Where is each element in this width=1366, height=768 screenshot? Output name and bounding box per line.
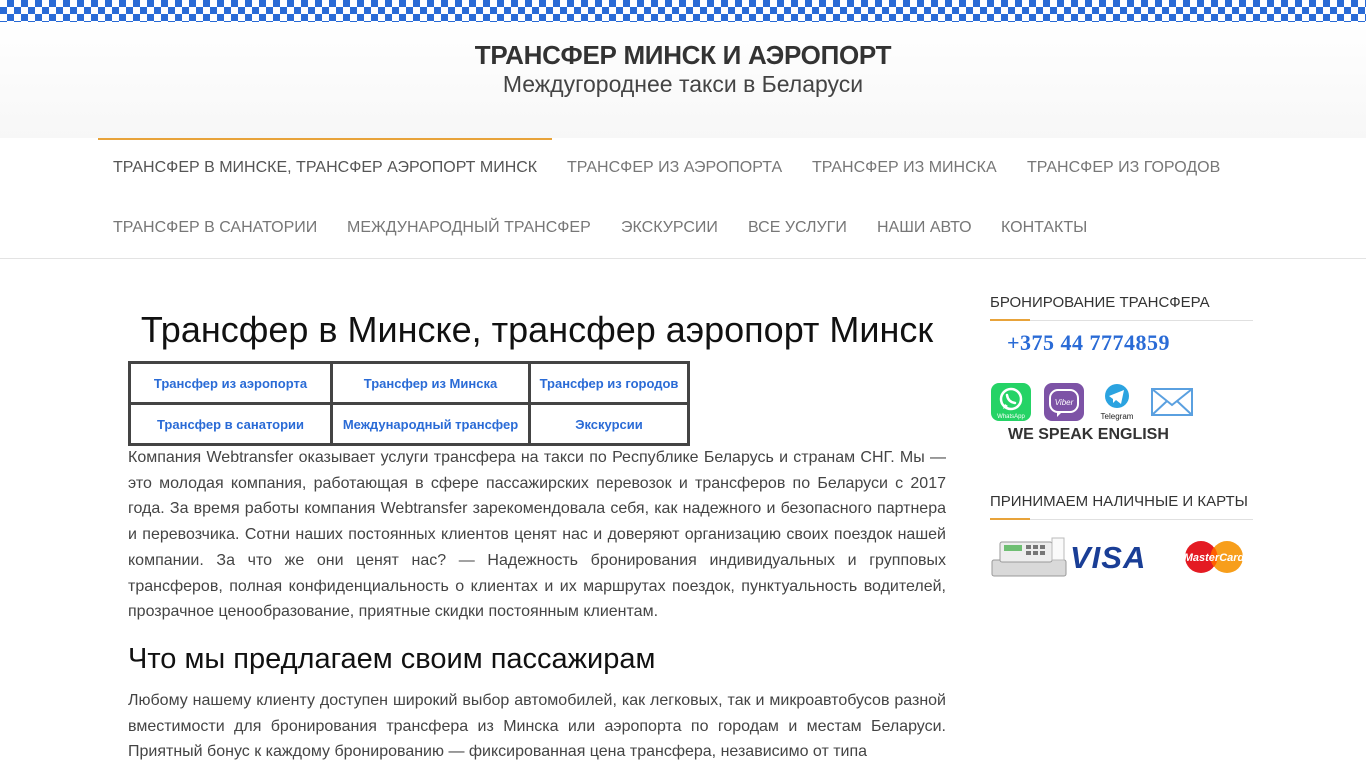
table-row: Трансфер в санатории Международный транс… xyxy=(128,402,690,446)
whatsapp-icon[interactable]: WhatsApp xyxy=(991,383,1031,421)
sidebar-accent xyxy=(990,319,1030,321)
cash-register-icon xyxy=(990,536,1068,578)
table-link-from-cities[interactable]: Трансфер из городов xyxy=(540,376,679,391)
nav-item-excursions[interactable]: ЭКСКУРСИИ xyxy=(621,219,718,237)
viber-label: Viber xyxy=(1055,398,1074,407)
table-link-sanatorium[interactable]: Трансфер в санатории xyxy=(157,417,304,432)
svg-text:MasterCard: MasterCard xyxy=(1184,552,1245,564)
sidebar-payment-title: ПРИНИМАЕМ НАЛИЧНЫЕ И КАРТЫ xyxy=(990,493,1248,510)
nav-item-contacts[interactable]: КОНТАКТЫ xyxy=(1001,219,1087,237)
sidebar-accent xyxy=(990,518,1030,520)
nav-active-indicator xyxy=(98,138,552,140)
telegram-label: Telegram xyxy=(1101,412,1134,421)
viber-icon[interactable]: Viber xyxy=(1044,383,1084,421)
table-link-international[interactable]: Международный трансфер xyxy=(343,417,518,432)
email-icon[interactable] xyxy=(1150,383,1194,421)
site-title[interactable]: ТРАНСФЕР МИНСК И АЭРОПОРТ xyxy=(0,40,1366,71)
telegram-icon[interactable]: Telegram xyxy=(1096,383,1140,421)
table-link-from-airport[interactable]: Трансфер из аэропорта xyxy=(154,376,307,391)
we-speak-english: WE SPEAK ENGLISH xyxy=(1008,426,1169,443)
table-link-from-minsk[interactable]: Трансфер из Минска xyxy=(364,376,497,391)
site-tagline: Междугороднее такси в Беларуси xyxy=(502,71,864,97)
intro-paragraph: Компания Webtransfer оказывает услуги тр… xyxy=(128,449,946,621)
table-row: Трансфер из аэропорта Трансфер из Минска… xyxy=(128,361,690,405)
nav-item-transfer-minsk-airport[interactable]: ТРАНСФЕР В МИНСКЕ, ТРАНСФЕР АЭРОПОРТ МИН… xyxy=(113,159,537,177)
mastercard-logo: MasterCard xyxy=(1175,540,1253,574)
main-navigation: ТРАНСФЕР В МИНСКЕ, ТРАНСФЕР АЭРОПОРТ МИН… xyxy=(0,138,1366,259)
nav-item-from-airport[interactable]: ТРАНСФЕР ИЗ АЭРОПОРТА xyxy=(567,159,782,177)
section-heading: Что мы предлагаем своим пассажирам xyxy=(128,643,656,675)
checkered-top-border xyxy=(0,0,1366,22)
nav-item-all-services[interactable]: ВСЕ УСЛУГИ xyxy=(748,219,847,237)
table-link-excursions[interactable]: Экскурсии xyxy=(575,417,643,432)
phone-number[interactable]: +375 44 7774859 xyxy=(1007,330,1170,356)
offer-paragraph: Любому нашему клиенту доступен широкий в… xyxy=(128,692,946,761)
whatsapp-label: WhatsApp xyxy=(997,414,1025,420)
page-title: Трансфер в Минске, трансфер аэропорт Мин… xyxy=(140,309,934,350)
quick-links-table: Трансфер из аэропорта Трансфер из Минска… xyxy=(128,361,690,446)
nav-item-sanatorium[interactable]: ТРАНСФЕР В САНАТОРИИ xyxy=(113,219,317,237)
nav-item-our-cars[interactable]: НАШИ АВТО xyxy=(877,219,972,237)
nav-item-from-minsk[interactable]: ТРАНСФЕР ИЗ МИНСКА xyxy=(812,159,997,177)
nav-item-from-cities[interactable]: ТРАНСФЕР ИЗ ГОРОДОВ xyxy=(1027,159,1220,177)
nav-item-international[interactable]: МЕЖДУНАРОДНЫЙ ТРАНСФЕР xyxy=(347,219,591,237)
visa-logo: VISA xyxy=(1070,540,1147,575)
sidebar-booking-title: БРОНИРОВАНИЕ ТРАНСФЕРА xyxy=(990,294,1210,311)
